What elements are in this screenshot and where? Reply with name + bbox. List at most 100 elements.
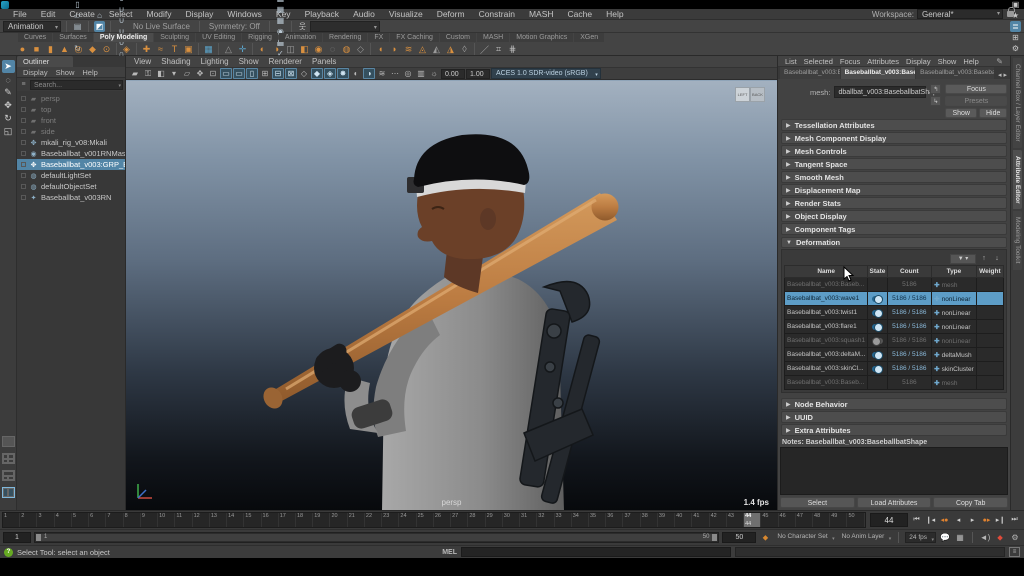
expand-plus-icon[interactable]: ✚ bbox=[934, 352, 939, 359]
go-to-start-button[interactable]: ⏮ bbox=[910, 514, 923, 527]
table-row[interactable]: Baseballbat_v003:flare15186 / 5186✚nonLi… bbox=[785, 320, 1004, 334]
outliner-title[interactable]: Outliner bbox=[17, 56, 73, 67]
visibility-checkbox[interactable] bbox=[21, 173, 26, 178]
outliner-item[interactable]: ◍defaultObjectSet bbox=[17, 181, 125, 192]
frame-2[interactable]: 2 bbox=[20, 513, 37, 527]
deformer-state-cell[interactable] bbox=[868, 320, 887, 334]
frame-15[interactable]: 15 bbox=[244, 513, 261, 527]
frame-8[interactable]: 8 bbox=[124, 513, 141, 527]
sidebar-tab-attribute-editor[interactable]: Attribute Editor bbox=[1013, 150, 1022, 210]
lasso-tool-icon[interactable]: ◌ bbox=[2, 73, 15, 86]
split-mesh-icon[interactable]: ◬ bbox=[416, 43, 429, 56]
table-row[interactable]: Baseballbat_v003:Baseb...5186✚mesh bbox=[785, 278, 1004, 292]
menu-set-select[interactable]: Animation▾ bbox=[3, 21, 61, 32]
deformer-filter-select[interactable]: ▼ ▾ bbox=[950, 254, 976, 264]
frame-47[interactable]: 47 bbox=[796, 513, 813, 527]
visibility-checkbox[interactable] bbox=[21, 162, 26, 167]
poly-disc-icon[interactable]: ⊙ bbox=[100, 43, 113, 56]
script-editor-icon[interactable]: ≡ bbox=[1009, 547, 1020, 557]
shelf-tab-surfaces[interactable]: Surfaces bbox=[53, 33, 93, 42]
step-back-frame-button[interactable]: ❙◂ bbox=[924, 514, 937, 527]
go-to-end-button[interactable]: ⏭ bbox=[1008, 514, 1021, 527]
shelf-tab-fx-caching[interactable]: FX Caching bbox=[390, 33, 439, 42]
animation-end-field[interactable]: 50 bbox=[722, 532, 756, 543]
deformer-state-cell[interactable] bbox=[868, 278, 887, 292]
set-key-icon[interactable]: ⬥ bbox=[759, 532, 771, 544]
free-image-plane-icon[interactable]: ✛ bbox=[236, 43, 249, 56]
poly-plane-icon[interactable]: ◆ bbox=[86, 43, 99, 56]
frame-35[interactable]: 35 bbox=[589, 513, 606, 527]
menu-display[interactable]: Display bbox=[179, 9, 221, 19]
viewport-menu-lighting[interactable]: Lighting bbox=[197, 57, 233, 66]
step-forward-key-button[interactable]: ●▸ bbox=[980, 514, 993, 527]
move-deformer-up-icon[interactable]: ↑ bbox=[979, 254, 989, 264]
menu-mash[interactable]: MASH bbox=[522, 9, 561, 19]
frame-27[interactable]: 27 bbox=[451, 513, 468, 527]
sweep-mesh-icon[interactable]: ≈ bbox=[154, 43, 167, 56]
mute-icon[interactable]: ◄) bbox=[979, 532, 991, 544]
resolution-gate-icon[interactable]: ▭ bbox=[233, 68, 245, 79]
frame-5[interactable]: 5 bbox=[72, 513, 89, 527]
shadows-icon[interactable]: ◐ bbox=[350, 68, 362, 79]
frame-ruler[interactable]: 1234567891011121314151617181920212223242… bbox=[2, 512, 866, 528]
ae-tab[interactable]: Baseballbat_v003:BaseballbatShapeOrig bbox=[916, 67, 994, 79]
snap-curve-icon[interactable]: ∪ bbox=[116, 4, 127, 15]
center-pivot-icon[interactable]: ◊ bbox=[458, 43, 471, 56]
frame-12[interactable]: 12 bbox=[193, 513, 210, 527]
frame-4[interactable]: 4 bbox=[55, 513, 72, 527]
frame-45[interactable]: 45 bbox=[761, 513, 778, 527]
state-toggle[interactable] bbox=[872, 324, 883, 330]
overscan-icon[interactable]: ⊡ bbox=[207, 68, 219, 79]
shelf-tab-poly-modeling[interactable]: Poly Modeling bbox=[94, 33, 153, 42]
sidebar-tab-channel-box-layer-editor[interactable]: Channel Box / Layer Editor bbox=[1013, 58, 1022, 148]
outliner-menu-display[interactable]: Display bbox=[23, 68, 48, 77]
table-row[interactable]: Baseballbat_v003:Baseb...5186✚mesh bbox=[785, 376, 1004, 390]
table-row[interactable]: Baseballbat_v003:squash15186 / 5186✚nonL… bbox=[785, 334, 1004, 348]
save-scene-icon[interactable]: ▤ bbox=[72, 21, 83, 32]
hide-button[interactable]: Hide bbox=[979, 108, 1007, 118]
ambient-occlusion-icon[interactable]: ◑ bbox=[363, 68, 375, 79]
table-row[interactable]: Baseballbat_v003:twist15186 / 5186✚nonLi… bbox=[785, 306, 1004, 320]
frame-16[interactable]: 16 bbox=[262, 513, 279, 527]
poly-sphere-icon[interactable]: ● bbox=[16, 43, 29, 56]
symmetry-label[interactable]: Symmetry: Off bbox=[205, 22, 264, 31]
poly-cube-icon[interactable]: ■ bbox=[30, 43, 43, 56]
expand-plus-icon[interactable]: ✚ bbox=[934, 324, 939, 331]
menu-cache[interactable]: Cache bbox=[561, 9, 600, 19]
footer-button-select[interactable]: Select bbox=[780, 497, 855, 508]
ae-menu-focus[interactable]: Focus bbox=[837, 57, 863, 66]
outliner-item[interactable]: ◍defaultLightSet bbox=[17, 170, 125, 181]
film-gate-icon[interactable]: ▭ bbox=[220, 68, 232, 79]
mesh-name-field[interactable]: dballbat_v003:BaseballbatShape bbox=[834, 86, 926, 98]
visibility-checkbox[interactable] bbox=[21, 184, 26, 189]
comment-icon[interactable]: 💬 bbox=[939, 532, 951, 544]
deformer-state-cell[interactable] bbox=[868, 334, 887, 348]
camera-attributes-icon[interactable]: ◧ bbox=[155, 68, 167, 79]
frame-13[interactable]: 13 bbox=[210, 513, 227, 527]
outliner-item[interactable]: ✥Baseballbat_v003:GRP_Baseballbat_RIG bbox=[17, 159, 125, 170]
ae-tab[interactable]: Baseballbat_v003:BaseballbatShape bbox=[841, 67, 916, 79]
tool-settings-toggle-icon[interactable]: ⊞ bbox=[1010, 32, 1021, 43]
ae-menu-selected[interactable]: Selected bbox=[801, 57, 836, 66]
boolean-union-icon[interactable]: ◫ bbox=[284, 43, 297, 56]
viewport-menu-show[interactable]: Show bbox=[235, 57, 263, 66]
section-tessellation-attributes[interactable]: ▶Tessellation Attributes bbox=[781, 119, 1007, 131]
gamma-field[interactable]: 1.00 bbox=[466, 69, 490, 79]
safe-title-icon[interactable]: ⊠ bbox=[285, 68, 297, 79]
shaded-icon[interactable]: ◆ bbox=[311, 68, 323, 79]
frame-23[interactable]: 23 bbox=[382, 513, 399, 527]
viewport-menu-shading[interactable]: Shading bbox=[157, 57, 194, 66]
visibility-checkbox[interactable] bbox=[21, 96, 26, 101]
state-toggle[interactable] bbox=[872, 366, 883, 372]
select-camera-icon[interactable]: ▰ bbox=[129, 68, 141, 79]
shelf-tab-motion-graphics[interactable]: Motion Graphics bbox=[510, 33, 573, 42]
layout-single-pane-button[interactable] bbox=[2, 436, 15, 447]
outliner-item[interactable]: ✥mkali_rig_v08:Mkali bbox=[17, 137, 125, 148]
frame-30[interactable]: 30 bbox=[503, 513, 520, 527]
sidebar-tab-modeling-toolkit[interactable]: Modeling Toolkit bbox=[1013, 211, 1022, 270]
frame-38[interactable]: 38 bbox=[641, 513, 658, 527]
menu-edit[interactable]: Edit bbox=[34, 9, 63, 19]
frame-46[interactable]: 46 bbox=[779, 513, 796, 527]
current-frame-field[interactable]: 44 bbox=[870, 513, 908, 527]
outliner-item[interactable]: ◉Baseballbat_v001RNMasterParent1 bbox=[17, 148, 125, 159]
